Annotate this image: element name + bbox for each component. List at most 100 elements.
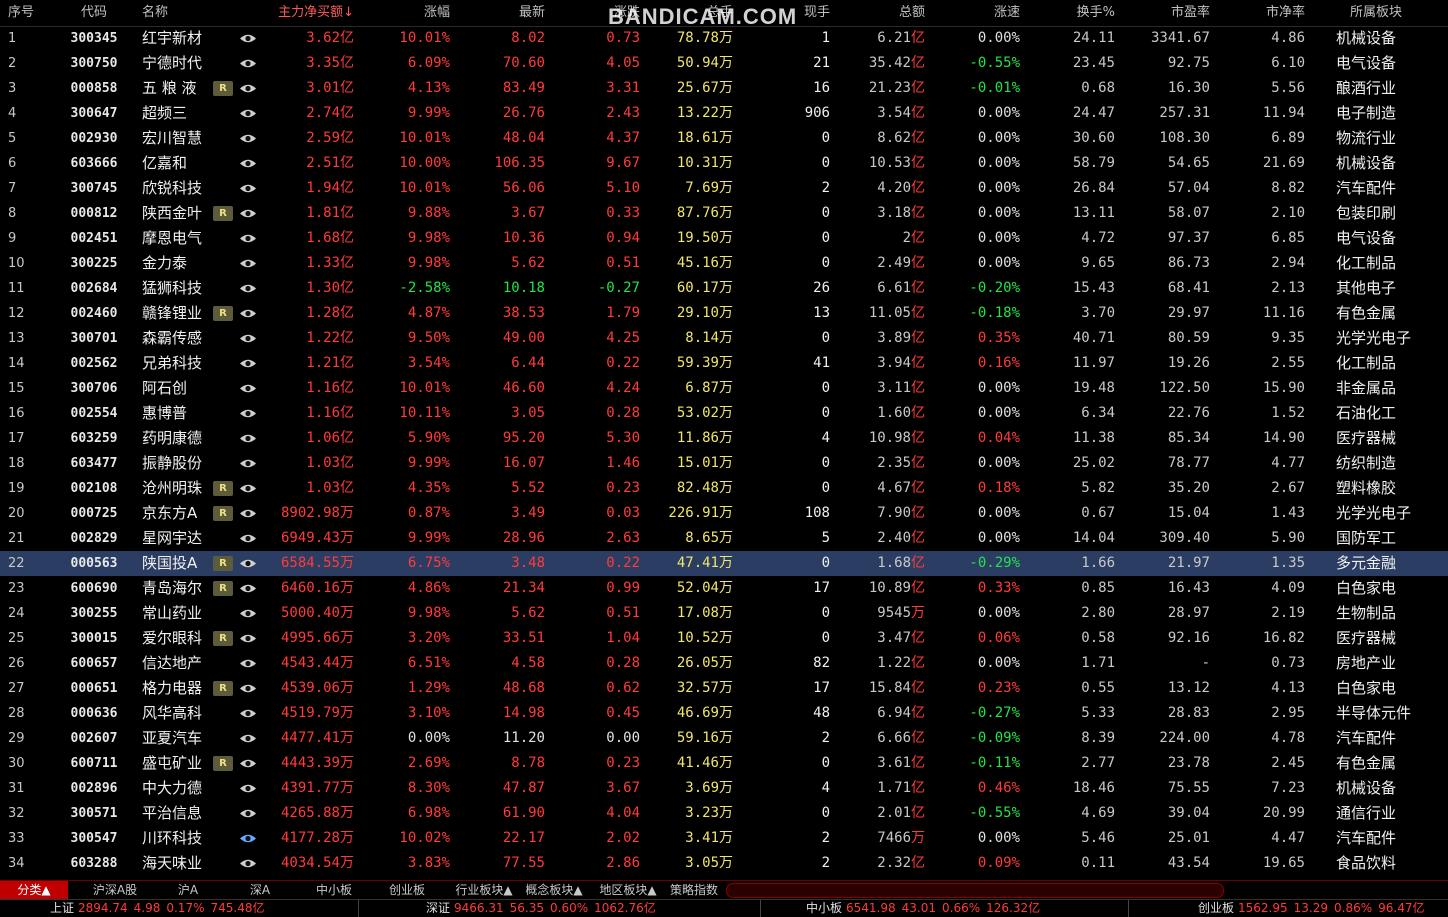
volume-unit: 万 (719, 280, 733, 296)
total-volume: 45.16万 (645, 251, 733, 276)
turnover-rate: 23.45 (1072, 55, 1115, 71)
category-tab[interactable]: 创业板 (378, 881, 436, 899)
pb-ratio: 2.67 (1271, 480, 1305, 496)
turnover-rate: 0.11 (1081, 855, 1115, 871)
pb-ratio: 14.90 (1262, 430, 1305, 446)
table-row[interactable]: 11 002684 猛狮科技 1.30亿 -2.58% 10.18 -0.27 60.17万 2… (0, 276, 1448, 301)
net-buy-value: 6584.55 (280, 555, 340, 571)
table-row[interactable]: 34 603288 海天味业 4034.54万 3.83% 77.55 2.86 3.05万 2… (0, 851, 1448, 876)
category-tab[interactable]: 行业板块▲ (442, 881, 526, 899)
column-header[interactable]: 总额 (835, 0, 925, 26)
category-tab[interactable]: 概念板块▲ (516, 881, 592, 899)
index-quote[interactable]: 深证 9466.31 56.35 0.60% 1062.76亿 (426, 900, 662, 917)
total-volume: 47.41万 (645, 551, 733, 576)
column-header[interactable]: 市盈率 (1120, 0, 1210, 26)
turnover-amount: 1.71亿 (835, 776, 925, 801)
table-row[interactable]: 16 002554 惠博普 1.16亿 10.11% 3.05 0.28 53.02万 0 1.6… (0, 401, 1448, 426)
sector: 光学光电子 (1336, 329, 1412, 347)
change-amount: 0.45 (606, 705, 640, 721)
category-tab[interactable]: 中小板 (304, 881, 364, 899)
table-row[interactable]: 10 300225 金力泰 1.33亿 9.98% 5.62 0.51 45.16万 0 2.49… (0, 251, 1448, 276)
table-row[interactable]: 27 000651 格力电器 R 4539.06万 1.29% 48.68 0.62 32.57… (0, 676, 1448, 701)
table-row[interactable]: 21 002829 星网宇达 6949.43万 9.99% 28.96 2.63 8.65万 5… (0, 526, 1448, 551)
change-amount: 0.62 (606, 680, 640, 696)
column-header[interactable]: 名称 (142, 0, 222, 26)
table-row[interactable]: 3 000858 五 粮 液 R 3.01亿 4.13% 83.49 3.31 25.67万 16… (0, 76, 1448, 101)
table-row[interactable]: 9 002451 摩恩电气 1.68亿 9.98% 10.36 0.94 19.50万 0 2亿 0… (0, 226, 1448, 251)
amount-value: 2.40 (877, 530, 911, 546)
column-header[interactable]: 最新 (460, 0, 545, 26)
column-header[interactable]: 主力净买额↓ (250, 0, 354, 26)
amount-value: 3.47 (877, 630, 911, 646)
table-row[interactable]: 14 002562 兄弟科技 1.21亿 3.54% 6.44 0.22 59.39万 41 3.… (0, 351, 1448, 376)
category-tab[interactable]: 策略指数 (663, 881, 725, 899)
stock-code: 603666 (70, 156, 118, 171)
column-header[interactable]: 换手% (1025, 0, 1115, 26)
volume-value: 8.65 (685, 530, 719, 546)
volume-value: 19.50 (676, 230, 719, 246)
pb-ratio: 2.45 (1271, 755, 1305, 771)
table-row[interactable]: 4 300647 超频三 2.74亿 9.99% 26.76 2.43 13.22万 906 3.… (0, 101, 1448, 126)
category-tab[interactable]: 沪深A股 (80, 881, 150, 899)
column-header[interactable]: 涨幅 (360, 0, 450, 26)
table-row[interactable]: 19 002108 沧州明珠 R 1.03亿 4.35% 5.52 0.23 82.48万 0 4.… (0, 476, 1448, 501)
table-row[interactable]: 6 603666 亿嘉和 2.51亿 10.00% 106.35 9.67 10.31万 0 10… (0, 151, 1448, 176)
table-row[interactable]: 29 002607 亚夏汽车 4477.41万 0.00% 11.20 0.00 59.16万… (0, 726, 1448, 751)
column-header[interactable]: 涨速 (930, 0, 1020, 26)
current-volume: 0 (821, 755, 830, 771)
volume-unit: 万 (719, 255, 733, 271)
table-row[interactable]: 32 300571 平治信息 4265.88万 6.98% 61.90 4.04 3.23万 0… (0, 801, 1448, 826)
table-row[interactable]: 26 600657 信达地产 4543.44万 6.51% 4.58 0.28 26.05万 8… (0, 651, 1448, 676)
turnover-rate: 0.68 (1081, 80, 1115, 96)
table-row[interactable]: 22 000563 陕国投A R 6584.55万 6.75% 3.48 0.22 47.41万… (0, 551, 1448, 576)
total-volume: 87.76万 (645, 201, 733, 226)
pe-ratio: 39.04 (1167, 805, 1210, 821)
table-row[interactable]: 7 300745 欣锐科技 1.94亿 10.01% 56.06 5.10 7.69万 2 4.2… (0, 176, 1448, 201)
table-row[interactable]: 8 000812 陕西金叶 R 1.81亿 9.88% 3.67 0.33 87.76万 0 3.1… (0, 201, 1448, 226)
pb-ratio: 6.85 (1271, 230, 1305, 246)
table-row[interactable]: 5 002930 宏川智慧 2.59亿 10.01% 48.04 4.37 18.61万 0 8.… (0, 126, 1448, 151)
column-header[interactable]: 所属板块 (1336, 0, 1416, 26)
table-row[interactable]: 25 300015 爱尔眼科 R 4995.66万 3.20% 33.51 1.04 10.52… (0, 626, 1448, 651)
category-tab[interactable]: 地区板块▲ (590, 881, 666, 899)
net-buy: 2.74亿 (250, 101, 354, 126)
last-price: 6.44 (511, 355, 545, 371)
pe-ratio: 85.34 (1167, 430, 1210, 446)
table-row[interactable]: 24 300255 常山药业 5000.40万 9.98% 5.62 0.51 17.08万 0… (0, 601, 1448, 626)
index-quote[interactable]: 上证 2894.74 4.98 0.17% 745.48亿 (50, 900, 270, 917)
table-row[interactable]: 15 300706 阿石创 1.16亿 10.01% 46.60 4.24 6.87万 0 3.1… (0, 376, 1448, 401)
column-header[interactable]: 序号 (8, 0, 38, 26)
table-row[interactable]: 31 002896 中大力德 4391.77万 8.30% 47.87 3.67 3.69万 4… (0, 776, 1448, 801)
column-header[interactable]: 代码 (58, 0, 130, 26)
table-row[interactable]: 13 300701 森霸传感 1.22亿 9.50% 49.00 4.25 8.14万 0 3.8… (0, 326, 1448, 351)
category-tab[interactable]: 分类▲ (0, 881, 68, 899)
table-row[interactable]: 33 300547 川环科技 4177.28万 10.02% 22.17 2.02 3.41万… (0, 826, 1448, 851)
volume-unit: 万 (719, 705, 733, 721)
net-buy-value: 1.06 (306, 430, 340, 446)
table-row[interactable]: 17 603259 药明康德 1.06亿 5.90% 95.20 5.30 11.86万 4 10… (0, 426, 1448, 451)
category-tab[interactable]: 深A (240, 881, 280, 899)
category-tab[interactable]: 沪A (168, 881, 208, 899)
table-row[interactable]: 28 000636 风华高科 4519.79万 3.10% 14.98 0.45 46.69万… (0, 701, 1448, 726)
table-row[interactable]: 20 000725 京东方A R 8902.98万 0.87% 3.49 0.03 226.91… (0, 501, 1448, 526)
table-row[interactable]: 12 002460 赣锋锂业 R 1.28亿 4.87% 38.53 1.79 29.10万 13… (0, 301, 1448, 326)
column-header[interactable]: 市净率 (1215, 0, 1305, 26)
index-quote[interactable]: 创业板 1562.95 13.29 0.86% 96.47亿 (1198, 900, 1430, 917)
pe-ratio: 21.97 (1167, 555, 1210, 571)
row-seq: 18 (8, 456, 25, 471)
table-row[interactable]: 2 300750 宁德时代 3.35亿 6.09% 70.60 4.05 50.94万 21 35… (0, 51, 1448, 76)
volume-unit: 万 (719, 755, 733, 771)
amount-value: 3.61 (877, 755, 911, 771)
table-row[interactable]: 1 300345 红宇新材 3.62亿 10.01% 8.02 0.73 78.78万 1 6.2… (0, 26, 1448, 51)
sector: 电气设备 (1336, 54, 1397, 72)
turnover-amount: 3.47亿 (835, 626, 925, 651)
row-seq: 33 (8, 831, 25, 846)
net-buy-value: 2.51 (306, 155, 340, 171)
horizontal-scrollbar[interactable] (726, 883, 1224, 898)
stock-name: 川环科技 (142, 829, 203, 847)
last-price: 56.06 (502, 180, 545, 196)
index-quote[interactable]: 中小板 6541.98 43.01 0.66% 126.32亿 (806, 900, 1046, 917)
table-row[interactable]: 23 600690 青岛海尔 R 6460.16万 4.86% 21.34 0.99 52.04… (0, 576, 1448, 601)
table-row[interactable]: 18 603477 振静股份 1.03亿 9.99% 16.07 1.46 15.01万 0 2.… (0, 451, 1448, 476)
table-row[interactable]: 30 600711 盛屯矿业 R 4443.39万 2.69% 8.78 0.23 41.46万… (0, 751, 1448, 776)
